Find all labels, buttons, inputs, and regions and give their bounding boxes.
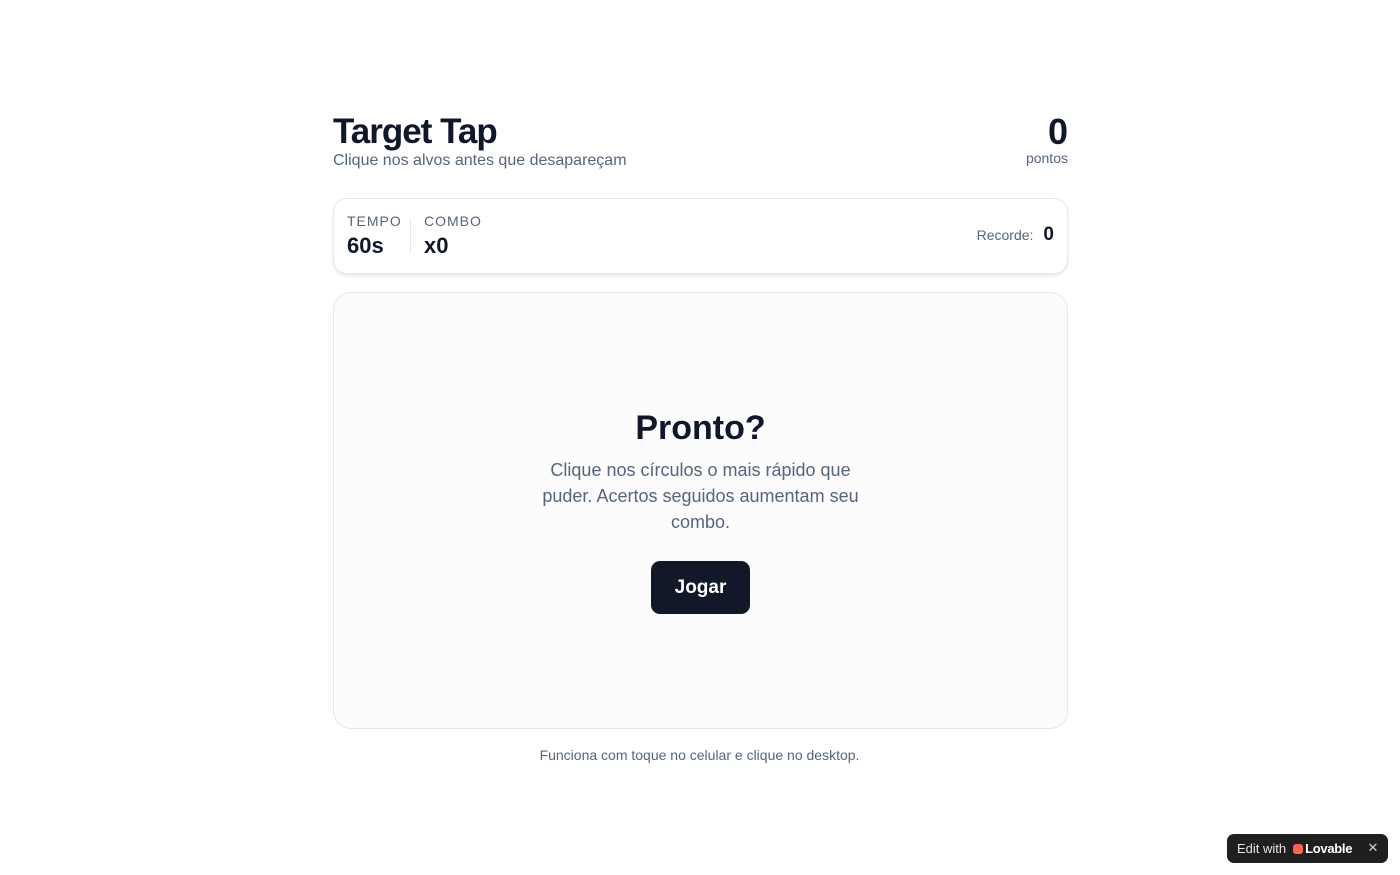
lovable-logo-icon bbox=[1293, 843, 1304, 854]
header: Target Tap Clique nos alvos antes que de… bbox=[333, 108, 1068, 198]
ready-title: Pronto? bbox=[635, 409, 766, 447]
badge-text: Edit with bbox=[1237, 840, 1287, 856]
stats-bar: TEMPO 60s COMBO x0 Recorde: 0 bbox=[333, 198, 1068, 274]
stats-divider bbox=[410, 218, 411, 254]
time-stat: TEMPO 60s bbox=[347, 213, 402, 260]
combo-label: COMBO bbox=[424, 213, 482, 229]
edit-with-lovable-badge[interactable]: Edit with Lovable ✕ bbox=[1227, 834, 1388, 863]
record-value: 0 bbox=[1043, 224, 1054, 245]
footer-note: Funciona com toque no celular e clique n… bbox=[539, 747, 860, 763]
close-icon[interactable]: ✕ bbox=[1366, 840, 1380, 856]
record-display: Recorde: 0 bbox=[977, 225, 1054, 245]
score-display: 0 pontos bbox=[1025, 111, 1068, 167]
record-label: Recorde: bbox=[976, 227, 1034, 243]
time-value: 60s bbox=[347, 233, 384, 258]
page-title: Target Tap bbox=[333, 112, 498, 151]
badge-brand: Lovable bbox=[1305, 841, 1353, 856]
score-value: 0 bbox=[1047, 111, 1068, 152]
ready-instructions: Clique nos círculos o mais rápido que pu… bbox=[542, 460, 859, 532]
combo-stat: COMBO x0 bbox=[424, 213, 482, 260]
game-container: Target Tap Clique nos alvos antes que de… bbox=[333, 108, 1068, 763]
page-subtitle: Clique nos alvos antes que desapareçam bbox=[333, 152, 627, 169]
combo-value: x0 bbox=[424, 233, 449, 258]
game-arena[interactable]: Pronto? Clique nos círculos o mais rápid… bbox=[333, 292, 1068, 729]
score-label: pontos bbox=[1025, 150, 1068, 166]
play-button[interactable]: Jogar bbox=[651, 561, 750, 614]
time-label: TEMPO bbox=[347, 213, 402, 229]
